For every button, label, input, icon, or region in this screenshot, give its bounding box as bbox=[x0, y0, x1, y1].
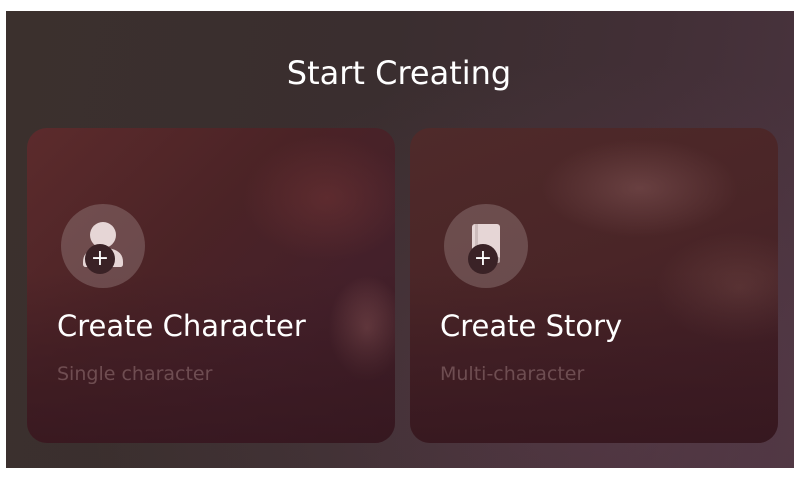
create-story-subtitle: Multi-character bbox=[440, 363, 585, 385]
create-story-title: Create Story bbox=[440, 309, 623, 343]
panel-title: Start Creating bbox=[286, 54, 512, 92]
create-character-title: Create Character bbox=[57, 309, 306, 343]
create-story-card[interactable]: + Create Story Multi-character bbox=[410, 128, 778, 443]
create-character-card[interactable]: + Create Character Single character bbox=[27, 128, 395, 443]
create-character-subtitle: Single character bbox=[57, 363, 213, 385]
start-creating-panel: Start Creating + Create Character Single… bbox=[0, 0, 798, 479]
add-badge-icon: + bbox=[468, 244, 498, 274]
add-badge-icon: + bbox=[85, 244, 115, 274]
